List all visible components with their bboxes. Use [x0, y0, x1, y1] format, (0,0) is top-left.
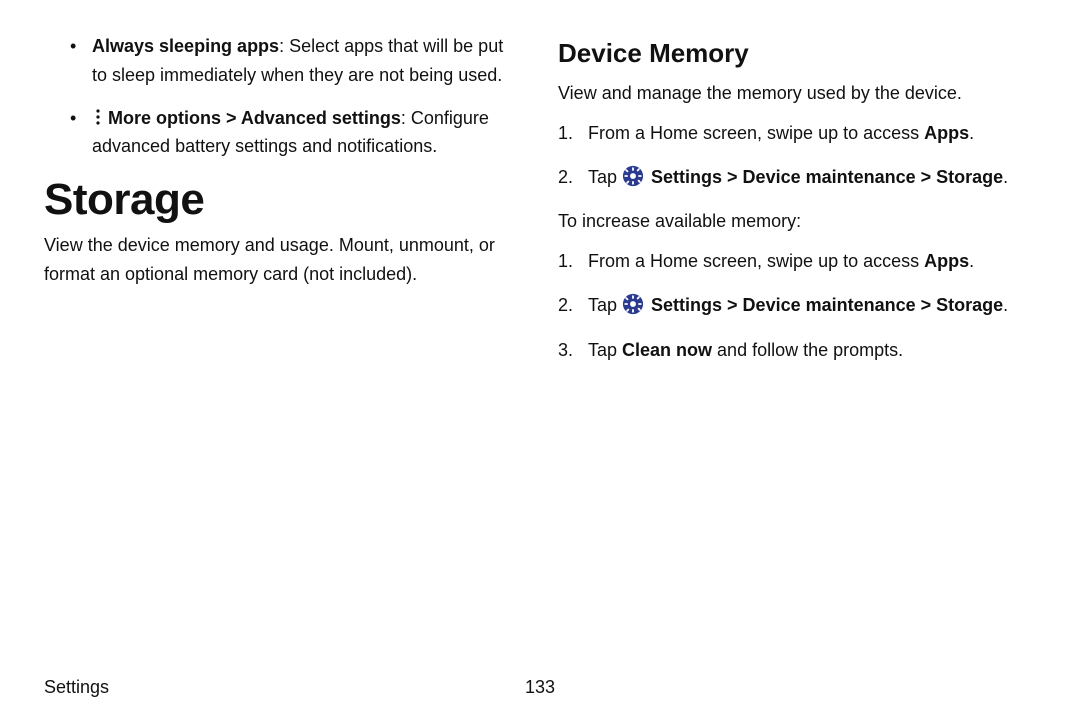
step-number: 2.	[558, 290, 582, 321]
storage-para: View the device memory and usage. Mount,…	[44, 231, 522, 289]
step-number: 3.	[558, 335, 582, 366]
steps-list-2: 1. From a Home screen, swipe up to acces…	[558, 246, 1036, 366]
more-options-icon	[92, 108, 104, 126]
footer-section-label: Settings	[44, 677, 109, 698]
step-bold: Settings > Device maintenance > Storage	[646, 167, 1003, 187]
bullet-more-options: More options > Advanced settings: Config…	[70, 104, 522, 162]
step-text-pre: Tap	[588, 295, 622, 315]
step-bold: Settings > Device maintenance > Storage	[646, 295, 1003, 315]
step-item: 1. From a Home screen, swipe up to acces…	[558, 118, 1036, 149]
step-text-pre: Tap	[588, 167, 622, 187]
step-bold: Apps	[924, 123, 969, 143]
footer-page-number: 133	[525, 677, 555, 698]
step-number: 1.	[558, 118, 582, 149]
settings-icon	[622, 293, 644, 315]
page-footer: Settings 133	[44, 677, 1036, 698]
manual-page: Always sleeping apps: Select apps that w…	[0, 0, 1080, 720]
left-column: Always sleeping apps: Select apps that w…	[44, 32, 522, 680]
step-text-post: and follow the prompts.	[712, 340, 903, 360]
increase-memory-para: To increase available memory:	[558, 207, 1036, 236]
step-text-pre: From a Home screen, swipe up to access	[588, 123, 924, 143]
step-text-pre: Tap	[588, 340, 622, 360]
step-bold: Clean now	[622, 340, 712, 360]
step-text-post: .	[1003, 295, 1008, 315]
device-memory-heading: Device Memory	[558, 38, 1036, 69]
battery-bullets: Always sleeping apps: Select apps that w…	[70, 32, 522, 161]
step-number: 1.	[558, 246, 582, 277]
right-column: Device Memory View and manage the memory…	[558, 32, 1036, 680]
step-item: 3. Tap Clean now and follow the prompts.	[558, 335, 1036, 366]
step-text-post: .	[1003, 167, 1008, 187]
step-bold: Apps	[924, 251, 969, 271]
settings-icon	[622, 165, 644, 187]
bullet-lead-bold: Always sleeping apps	[92, 36, 279, 56]
step-number: 2.	[558, 162, 582, 193]
step-item: 2. Tap	[558, 162, 1036, 193]
step-text-pre: From a Home screen, swipe up to access	[588, 251, 924, 271]
device-memory-para: View and manage the memory used by the d…	[558, 79, 1036, 108]
step-text-post: .	[969, 123, 974, 143]
step-item: 2. Tap	[558, 290, 1036, 321]
bullet-always-sleeping: Always sleeping apps: Select apps that w…	[70, 32, 522, 90]
storage-heading: Storage	[44, 175, 522, 225]
step-item: 1. From a Home screen, swipe up to acces…	[558, 246, 1036, 277]
bullet-lead-bold: More options > Advanced settings	[108, 108, 401, 128]
step-text-post: .	[969, 251, 974, 271]
steps-list-1: 1. From a Home screen, swipe up to acces…	[558, 118, 1036, 193]
